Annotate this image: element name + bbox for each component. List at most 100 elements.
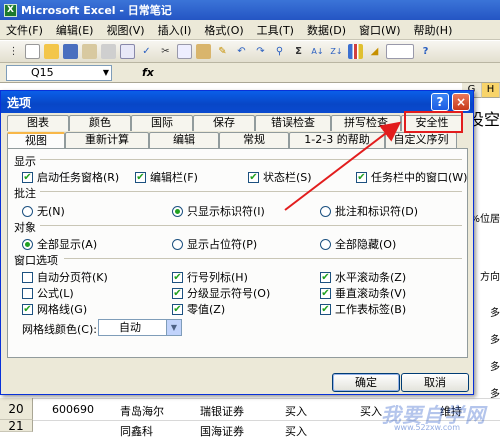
col-header-h[interactable]: H [482, 83, 500, 98]
tab-calculation[interactable]: 重新计算 [65, 132, 149, 148]
menu-format[interactable]: 格式(O) [204, 22, 243, 38]
radio-selected-icon[interactable] [172, 205, 183, 217]
checkbox-checked-icon[interactable]: ✔ [172, 271, 183, 283]
cancel-button[interactable]: 取消 [401, 373, 469, 392]
print-icon[interactable] [101, 44, 116, 59]
menu-help[interactable]: 帮助(H) [414, 22, 453, 38]
open-icon[interactable] [44, 44, 59, 59]
cell-name[interactable]: 青岛海尔 [120, 403, 164, 419]
tab-spell-check[interactable]: 拼写检查 [331, 115, 401, 131]
cell-code[interactable]: 600690 [52, 403, 94, 416]
copy-icon[interactable] [177, 44, 192, 59]
tab-error-check[interactable]: 错误检查 [255, 115, 331, 131]
tab-general[interactable]: 常规 [219, 132, 289, 148]
option-gridlines[interactable]: ✔ 网格线(G) [22, 301, 87, 317]
cell-broker[interactable]: 国海证券 [200, 423, 244, 439]
radio-icon[interactable] [22, 205, 33, 217]
undo-icon[interactable]: ↶ [234, 44, 249, 59]
option-object-hide-all[interactable]: 全部隐藏(O) [320, 236, 396, 252]
option-comment-none[interactable]: 无(N) [22, 203, 65, 219]
option-outline-symbols[interactable]: ✔ 分级显示符号(O) [172, 285, 270, 301]
radio-icon[interactable] [320, 205, 331, 217]
menu-tools[interactable]: 工具(T) [257, 22, 294, 38]
zoom-icon[interactable] [386, 44, 414, 59]
radio-icon[interactable] [320, 238, 331, 250]
gridline-color-select[interactable]: 自动 ▼ [98, 319, 182, 336]
option-taskbar-windows[interactable]: ✔ 任务栏中的窗口(W) [356, 169, 467, 185]
save-icon[interactable] [63, 44, 78, 59]
sum-icon[interactable]: Σ [291, 44, 306, 59]
tab-view[interactable]: 视图 [7, 132, 65, 148]
menu-window[interactable]: 窗口(W) [359, 22, 400, 38]
close-button[interactable]: × [452, 93, 470, 111]
format-painter-icon[interactable]: ✎ [215, 44, 230, 59]
menu-insert[interactable]: 插入(I) [158, 22, 192, 38]
checkbox-checked-icon[interactable]: ✔ [22, 171, 33, 183]
checkbox-checked-icon[interactable]: ✔ [320, 303, 331, 315]
paste-icon[interactable] [196, 44, 211, 59]
row-header-21[interactable]: 21 [0, 420, 33, 432]
option-page-breaks[interactable]: 自动分页符(K) [22, 269, 108, 285]
checkbox-icon[interactable] [22, 287, 33, 299]
tab-chart[interactable]: 图表 [7, 115, 69, 131]
checkbox-checked-icon[interactable]: ✔ [356, 171, 367, 183]
tab-color[interactable]: 颜色 [69, 115, 131, 131]
cell-action[interactable]: 买入 [285, 423, 307, 439]
checkbox-checked-icon[interactable]: ✔ [172, 303, 183, 315]
menu-view[interactable]: 视图(V) [106, 22, 144, 38]
cut-icon[interactable]: ✂ [158, 44, 173, 59]
sort-desc-icon[interactable]: Z↓ [329, 44, 344, 59]
option-formulas[interactable]: 公式(L) [22, 285, 74, 301]
checkbox-icon[interactable] [22, 271, 33, 283]
checkbox-checked-icon[interactable]: ✔ [248, 171, 259, 183]
option-vertical-scroll[interactable]: ✔ 垂直滚动条(V) [320, 285, 406, 301]
option-zero-values[interactable]: ✔ 零值(Z) [172, 301, 225, 317]
option-sheet-tabs[interactable]: ✔ 工作表标签(B) [320, 301, 406, 317]
tab-custom-lists[interactable]: 自定义序列 [385, 132, 457, 148]
menu-data[interactable]: 数据(D) [307, 22, 346, 38]
checkbox-checked-icon[interactable]: ✔ [135, 171, 146, 183]
menu-edit[interactable]: 编辑(E) [56, 22, 94, 38]
option-startup-task-pane[interactable]: ✔ 启动任务窗格(R) [22, 169, 119, 185]
option-object-placeholders[interactable]: 显示占位符(P) [172, 236, 257, 252]
name-box[interactable]: Q15 ▼ [6, 64, 112, 81]
permission-icon[interactable] [82, 44, 97, 59]
chart-icon[interactable] [348, 44, 363, 59]
redo-icon[interactable]: ↷ [253, 44, 268, 59]
tab-save[interactable]: 保存 [193, 115, 255, 131]
menu-file[interactable]: 文件(F) [6, 22, 43, 38]
drawing-icon[interactable]: ◢ [367, 44, 382, 59]
option-comment-indicator-only[interactable]: 只显示标识符(I) [172, 203, 265, 219]
chevron-down-icon[interactable]: ▼ [166, 320, 181, 335]
ok-button[interactable]: 确定 [332, 373, 400, 392]
help-icon[interactable]: ? [418, 44, 433, 59]
cell-name[interactable]: 同鑫科 [120, 423, 153, 439]
option-row-col-headers[interactable]: ✔ 行号列标(H) [172, 269, 248, 285]
tab-edit[interactable]: 编辑 [149, 132, 219, 148]
option-comment-and-indicator[interactable]: 批注和标识符(D) [320, 203, 418, 219]
new-icon[interactable] [25, 44, 40, 59]
cell-action[interactable]: 买入 [285, 403, 307, 419]
option-horizontal-scroll[interactable]: ✔ 水平滚动条(Z) [320, 269, 406, 285]
checkbox-checked-icon[interactable]: ✔ [320, 287, 331, 299]
preview-icon[interactable] [120, 44, 135, 59]
tab-international[interactable]: 国际 [131, 115, 193, 131]
row-header-20[interactable]: 20 [0, 398, 33, 420]
cell-broker[interactable]: 瑞银证券 [200, 403, 244, 419]
radio-selected-icon[interactable] [22, 238, 33, 250]
cell-action-2[interactable]: 买入 [360, 403, 382, 419]
tab-lotus-help[interactable]: 1-2-3 的帮助 [289, 132, 385, 148]
checkbox-checked-icon[interactable]: ✔ [320, 271, 331, 283]
chevron-down-icon[interactable]: ▼ [103, 66, 109, 80]
option-object-show-all[interactable]: 全部显示(A) [22, 236, 97, 252]
radio-icon[interactable] [172, 238, 183, 250]
fx-icon[interactable]: fx [142, 66, 154, 79]
option-formula-bar[interactable]: ✔ 编辑栏(F) [135, 169, 198, 185]
help-button[interactable]: ? [431, 93, 449, 111]
checkbox-checked-icon[interactable]: ✔ [22, 303, 33, 315]
option-status-bar[interactable]: ✔ 状态栏(S) [248, 169, 312, 185]
sort-asc-icon[interactable]: A↓ [310, 44, 325, 59]
checkbox-checked-icon[interactable]: ✔ [172, 287, 183, 299]
spell-icon[interactable]: ✓ [139, 44, 154, 59]
hyperlink-icon[interactable]: ⚲ [272, 44, 287, 59]
